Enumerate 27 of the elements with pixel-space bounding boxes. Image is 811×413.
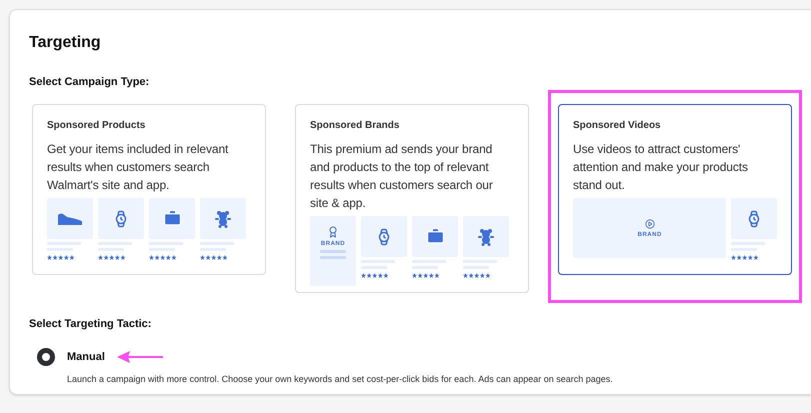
rating-stars-icon	[412, 273, 440, 278]
rating-stars-icon	[149, 255, 177, 260]
card-title: Sponsored Videos	[573, 120, 662, 131]
rating-stars-icon	[98, 255, 126, 260]
briefcase-icon	[162, 209, 182, 228]
teddy-bear-icon	[477, 228, 495, 246]
tactic-option-label: Manual	[67, 351, 105, 363]
rating-stars-icon	[731, 255, 760, 260]
card-description: This premium ad sends your brand and products to the top of relevant results when customers search our site & app.	[310, 141, 494, 212]
card-title: Sponsored Products	[47, 120, 146, 131]
rating-stars-icon	[200, 255, 228, 260]
card-description: Use videos to attract customers' attention and make your products stand out.	[573, 141, 749, 194]
campaign-type-card[interactable]: Sponsored Products Get your items included in relevant results when customers search Walmart's site and app.	[32, 104, 266, 275]
rating-stars-icon	[47, 255, 75, 260]
tactic-label: Select Targeting Tactic:	[29, 318, 152, 330]
briefcase-icon	[426, 227, 444, 246]
campaign-type-label: Select Campaign Type:	[29, 76, 150, 88]
card-title: Sponsored Brands	[310, 120, 400, 131]
rating-stars-icon	[361, 273, 389, 278]
section-title: Targeting	[29, 34, 102, 52]
award-icon	[327, 226, 339, 238]
teddy-bear-icon	[214, 210, 232, 228]
tactic-description: Launch a campaign with more control. Choose your own keywords and set cost-per-click bids for each. Ads can appear on search pages.	[67, 374, 614, 384]
play-icon	[644, 218, 655, 228]
radio-button[interactable]	[37, 348, 55, 366]
rating-stars-icon	[463, 273, 491, 278]
card-description: Get your items included in relevant results when customers search Walmart's site and app.	[47, 141, 230, 194]
